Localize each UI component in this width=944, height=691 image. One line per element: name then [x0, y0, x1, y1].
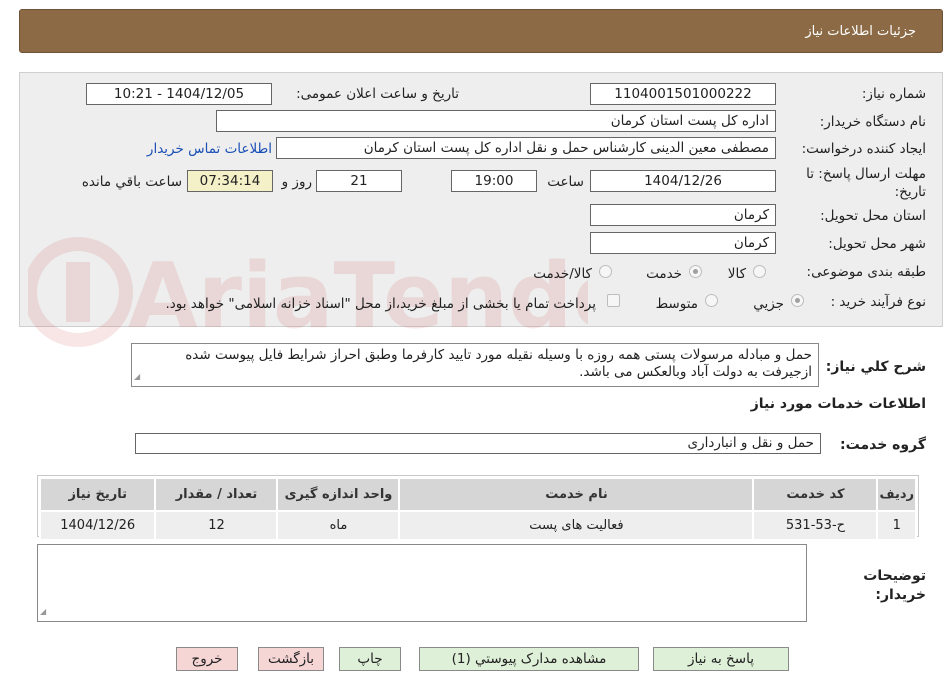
buyer-notes-label-line1: توضیحات [863, 568, 926, 584]
table-row: 1 ح-53-531 فعالیت های پست ماه 12 1404/12… [38, 510, 917, 541]
col-unit: واحد اندازه گیری [276, 477, 401, 512]
page-header: جزئیات اطلاعات نیاز [19, 9, 943, 53]
table-header-row: ردیف کد خدمت نام خدمت واحد اندازه گیری ت… [38, 477, 917, 512]
buyer-notes-label: توضیحات خریدار: [863, 567, 926, 605]
col-service-name: نام خدمت [398, 477, 755, 512]
deadline-date-field: 1404/12/26 [590, 170, 776, 192]
remaining-time-field: 07:34:14 [187, 170, 273, 192]
reply-button[interactable]: پاسخ به نیاز [653, 647, 789, 671]
province-label: استان محل تحویل: [820, 208, 926, 224]
resize-grip-icon[interactable]: ◢ [40, 603, 46, 620]
deadline-label: مهلت ارسال پاسخ: تا تاریخ: [806, 166, 926, 200]
print-button[interactable]: چاپ [339, 647, 401, 671]
view-documents-button[interactable]: مشاهده مدارک پیوستي (1) [419, 647, 639, 671]
col-service-code: کد خدمت [752, 477, 879, 512]
deadline-time-label: ساعت [547, 174, 584, 190]
services-table: ردیف کد خدمت نام خدمت واحد اندازه گیری ت… [38, 477, 917, 541]
exit-button[interactable]: خروج [176, 647, 238, 671]
service-group-label: گروه خدمت: [840, 437, 926, 453]
cell-need-date: 1404/12/26 [38, 510, 157, 541]
process-label: نوع فرآیند خرید : [830, 294, 926, 310]
cell-row-number: 1 [876, 510, 917, 541]
buyer-org-label: نام دستگاه خریدار: [819, 114, 926, 130]
treasury-payment-checkbox[interactable] [607, 294, 620, 307]
province-field: کرمان [590, 204, 776, 226]
creator-label: ایجاد کننده درخواست: [801, 141, 926, 157]
category-service-label: خدمت [646, 266, 682, 282]
process-minor-radio[interactable] [791, 294, 804, 307]
description-textarea: حمل و مبادله مرسولات پستی همه روزه با وس… [131, 343, 819, 387]
back-button[interactable]: بازگشت [258, 647, 324, 671]
description-label: شرح کلي نیاز: [825, 359, 926, 375]
col-need-date: تاریخ نیاز [38, 477, 157, 512]
announce-datetime-field: 1404/12/05 - 10:21 [86, 83, 272, 105]
service-group-field: حمل و نقل و انبارداری [135, 433, 821, 454]
cell-service-name: فعالیت های پست [398, 510, 755, 541]
category-label: طبقه بندی موضوعی: [806, 264, 926, 280]
page-title: جزئیات اطلاعات نیاز [805, 24, 916, 39]
creator-field: مصطفی معین الدینی کارشناس حمل و نقل ادار… [276, 137, 776, 159]
process-medium-label: متوسط [655, 296, 698, 312]
payment-note: پرداخت تمام یا بخشی از مبلغ خرید،از محل … [165, 296, 596, 312]
resize-grip-icon[interactable]: ◢ [134, 368, 140, 385]
cell-unit: ماه [276, 510, 401, 541]
days-label: روز و [281, 174, 312, 190]
deadline-time-field: 19:00 [451, 170, 537, 192]
buyer-org-field: اداره کل پست استان کرمان [216, 110, 776, 132]
buyer-notes-textarea[interactable]: ◢ [37, 544, 807, 622]
category-goods-service-radio[interactable] [599, 265, 612, 278]
cell-service-code: ح-53-531 [752, 510, 879, 541]
days-field: 21 [316, 170, 402, 192]
city-field: کرمان [590, 232, 776, 254]
remaining-label: ساعت باقي مانده [81, 174, 182, 190]
description-text: حمل و مبادله مرسولات پستی همه روزه با وس… [185, 347, 812, 380]
need-number-label: شماره نیاز: [861, 86, 926, 102]
process-medium-radio[interactable] [705, 294, 718, 307]
city-label: شهر محل تحویل: [828, 236, 926, 252]
category-goods-label: کالا [727, 266, 746, 282]
process-minor-label: جزیي [753, 296, 784, 312]
col-quantity: تعداد / مقدار [154, 477, 279, 512]
cell-quantity: 12 [154, 510, 279, 541]
buyer-notes-label-line2: خریدار: [875, 587, 926, 603]
announce-label: تاریخ و ساعت اعلان عمومی: [296, 86, 459, 102]
col-row-number: ردیف [876, 477, 917, 512]
services-section-title: اطلاعات خدمات مورد نیاز [750, 396, 926, 412]
category-goods-radio[interactable] [753, 265, 766, 278]
category-goods-service-label: کالا/خدمت [533, 266, 592, 282]
buyer-contact-link[interactable]: اطلاعات تماس خریدار [147, 141, 272, 157]
category-service-radio[interactable] [689, 265, 702, 278]
need-number-field: 1104001501000222 [590, 83, 776, 105]
